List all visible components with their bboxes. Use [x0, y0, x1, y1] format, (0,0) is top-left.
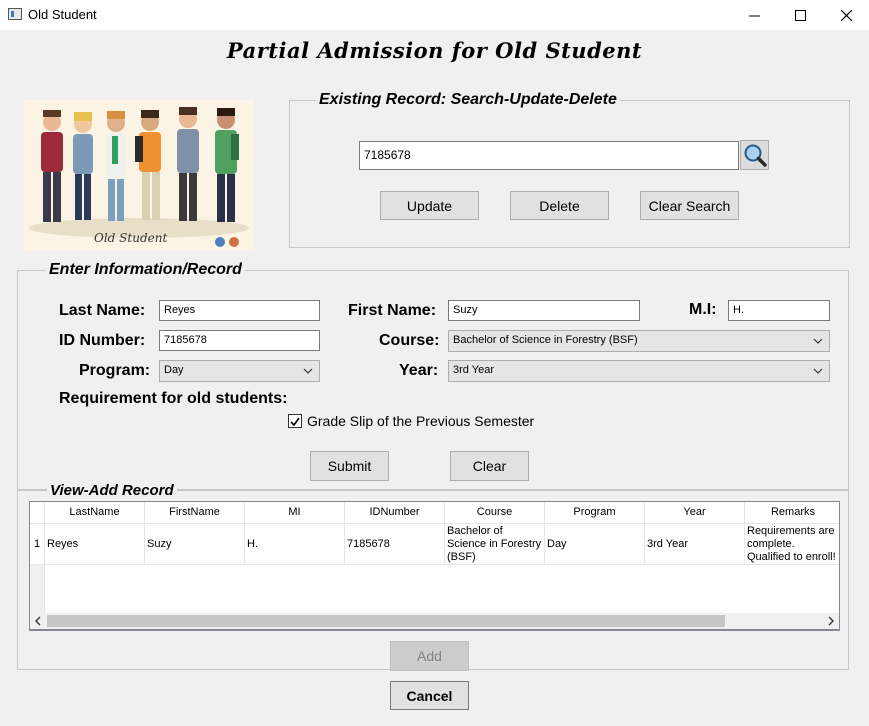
column-header[interactable]: FirstName: [145, 502, 245, 524]
id-number-label: ID Number:: [59, 332, 146, 349]
table-corner: [30, 502, 45, 524]
chevron-right-icon[interactable]: [826, 616, 836, 626]
app-window-icon: [8, 8, 22, 20]
checkmark-icon: [290, 417, 300, 427]
maximize-button[interactable]: [777, 0, 823, 30]
column-header[interactable]: MI: [245, 502, 345, 524]
search-input[interactable]: 7185678: [359, 141, 739, 170]
column-header[interactable]: Program: [545, 502, 645, 524]
clear-search-button[interactable]: Clear Search: [640, 191, 739, 220]
illustration-caption: Old Student: [94, 231, 168, 245]
horizontal-scrollbar[interactable]: [29, 613, 840, 630]
year-label: Year:: [399, 362, 439, 379]
clear-button[interactable]: Clear: [450, 451, 529, 481]
year-select[interactable]: 3rd Year: [448, 360, 830, 382]
chevron-down-icon: [813, 368, 823, 374]
first-name-field[interactable]: Suzy: [448, 300, 640, 321]
table-cell[interactable]: Requirements are complete. Qualified to …: [745, 524, 839, 565]
last-name-field[interactable]: Reyes: [159, 300, 320, 321]
records-group-legend: View-Add Record: [47, 482, 177, 499]
course-label: Course:: [379, 332, 440, 349]
mi-field[interactable]: H.: [728, 300, 830, 321]
column-header[interactable]: IDNumber: [345, 502, 445, 524]
minimize-button[interactable]: [731, 0, 777, 30]
table-cell[interactable]: 7185678: [345, 524, 445, 565]
id-number-field[interactable]: 7185678: [159, 330, 320, 351]
grade-slip-checkbox[interactable]: [288, 414, 302, 428]
table-cell[interactable]: Day: [545, 524, 645, 565]
row-header-empty: [30, 565, 45, 615]
last-name-label: Last Name:: [59, 302, 146, 319]
update-button[interactable]: Update: [380, 191, 479, 220]
window-title: Old Student: [28, 7, 97, 22]
minimize-icon: [748, 15, 760, 16]
table-cell[interactable]: H.: [245, 524, 345, 565]
column-header[interactable]: Remarks: [745, 502, 839, 524]
records-table[interactable]: LastName FirstName MI IDNumber Course Pr…: [29, 501, 840, 631]
search-group: [289, 100, 850, 248]
add-button[interactable]: Add: [390, 641, 469, 671]
close-button[interactable]: [823, 0, 869, 30]
search-icon: [744, 144, 767, 167]
search-group-legend: Existing Record: Search-Update-Delete: [316, 91, 620, 109]
delete-button[interactable]: Delete: [510, 191, 609, 220]
row-number: 1: [30, 524, 45, 565]
page-title: Partial Admission for Old Student: [226, 38, 643, 63]
submit-button[interactable]: Submit: [310, 451, 389, 481]
chevron-down-icon: [303, 368, 313, 374]
column-header[interactable]: Course: [445, 502, 545, 524]
scrollbar-thumb[interactable]: [47, 615, 725, 627]
cancel-button[interactable]: Cancel: [390, 681, 469, 710]
chevron-left-icon[interactable]: [33, 616, 43, 626]
course-select[interactable]: Bachelor of Science in Forestry (BSF): [448, 330, 830, 352]
year-select-value: 3rd Year: [453, 364, 494, 376]
column-header[interactable]: LastName: [45, 502, 145, 524]
table-cell[interactable]: Reyes: [45, 524, 145, 565]
course-select-value: Bachelor of Science in Forestry (BSF): [453, 334, 638, 346]
column-header[interactable]: Year: [645, 502, 745, 524]
program-label: Program:: [79, 362, 151, 379]
program-select-value: Day: [164, 364, 184, 376]
maximize-icon: [794, 9, 806, 21]
students-illustration: Old Student: [24, 100, 254, 251]
table-cell[interactable]: Suzy: [145, 524, 245, 565]
students-picture: [29, 107, 249, 247]
table-cell[interactable]: Bachelor of Science in Forestry (BSF): [445, 524, 545, 565]
close-icon: [840, 9, 852, 21]
info-group-legend: Enter Information/Record: [46, 261, 245, 279]
mi-label: M.I:: [689, 301, 717, 318]
requirement-label: Requirement for old students:: [59, 390, 288, 407]
program-select[interactable]: Day: [159, 360, 320, 382]
first-name-label: First Name:: [348, 302, 437, 319]
chevron-down-icon: [813, 338, 823, 344]
table-cell[interactable]: 3rd Year: [645, 524, 745, 565]
grade-slip-checkbox-label[interactable]: Grade Slip of the Previous Semester: [307, 413, 534, 429]
search-button[interactable]: [740, 140, 769, 170]
